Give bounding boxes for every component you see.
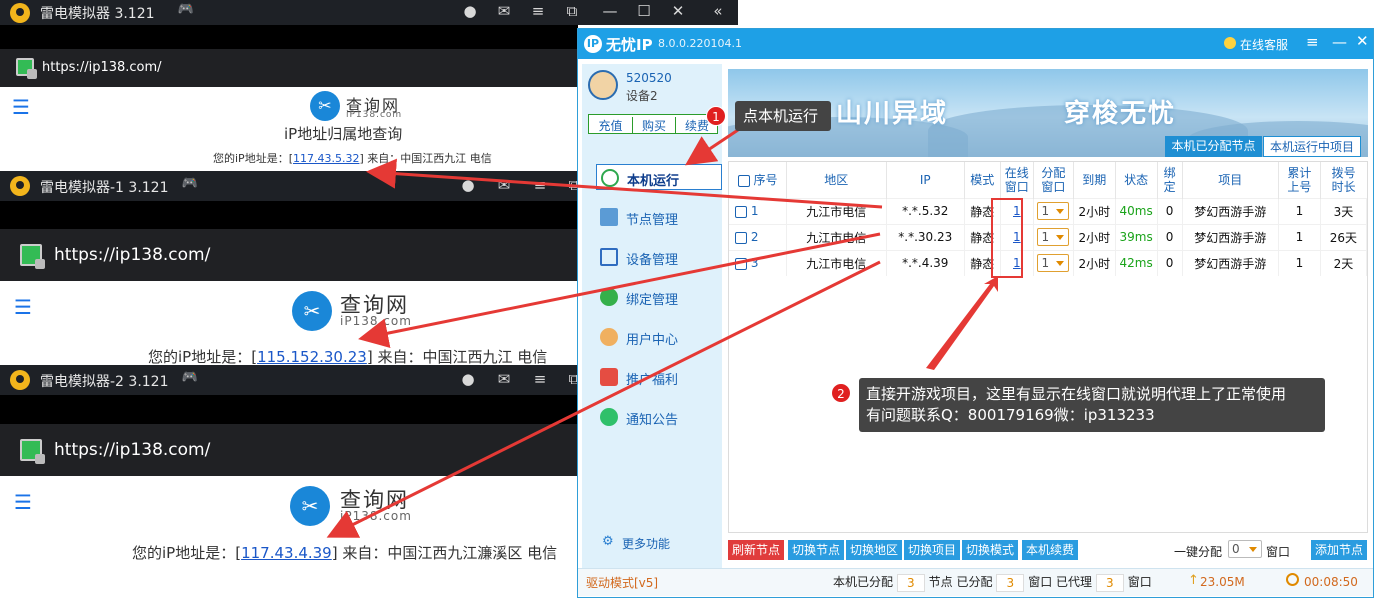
annotation-arrows [326, 128, 998, 538]
callout-two-badge: 2 [831, 383, 851, 403]
arrow-to-main-ip [366, 158, 883, 209]
arrow-to-emu2-ip [326, 260, 881, 538]
callout-one: 点本机运行 [735, 101, 831, 131]
callout-one-text: 点本机运行 [743, 107, 819, 125]
callout-two: 直接开游戏项目，这里有显示在线窗口就说明代理上了正常使用 有问题联系Q：8001… [859, 378, 1325, 432]
arrow-to-online-window [926, 276, 998, 370]
callout-two-line1: 直接开游戏项目，这里有显示在线窗口就说明代理上了正常使用 [866, 385, 1287, 403]
callout-two-line2: 有问题联系Q：800179169微：ip313233 [866, 406, 1155, 424]
arrow-to-local-run [685, 128, 739, 166]
callout-one-badge: 1 [706, 106, 726, 126]
arrow-to-emu1-ip [358, 232, 881, 348]
